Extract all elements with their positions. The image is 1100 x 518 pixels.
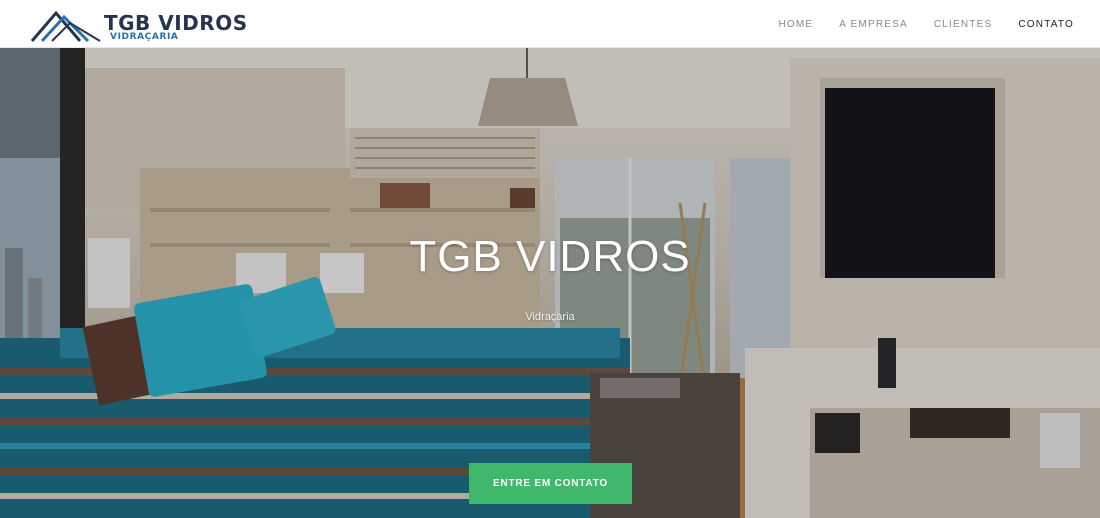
contact-cta-button[interactable]: ENTRE EM CONTATO <box>469 463 632 504</box>
brand-logo[interactable]: TGB VIDROS VIDRAÇARIA <box>30 6 250 44</box>
hero-title: TGB VIDROS <box>409 232 691 281</box>
nav-contato[interactable]: CONTATO <box>1018 19 1074 30</box>
nav-a-empresa[interactable]: A EMPRESA <box>839 19 908 30</box>
roof-logo-icon <box>30 10 101 43</box>
hero-section: TGB VIDROS Vidraçaria ENTRE EM CONTATO <box>0 48 1100 518</box>
nav-home[interactable]: HOME <box>778 19 813 30</box>
nav-clientes[interactable]: CLIENTES <box>934 19 993 30</box>
hero-background-image <box>0 48 1100 518</box>
site-header: TGB VIDROS VIDRAÇARIA HOME A EMPRESA CLI… <box>0 0 1100 48</box>
logo-tagline: VIDRAÇARIA <box>110 32 179 42</box>
main-nav: HOME A EMPRESA CLIENTES CONTATO <box>752 0 1074 48</box>
hero-subtitle: Vidraçaria <box>525 311 575 323</box>
